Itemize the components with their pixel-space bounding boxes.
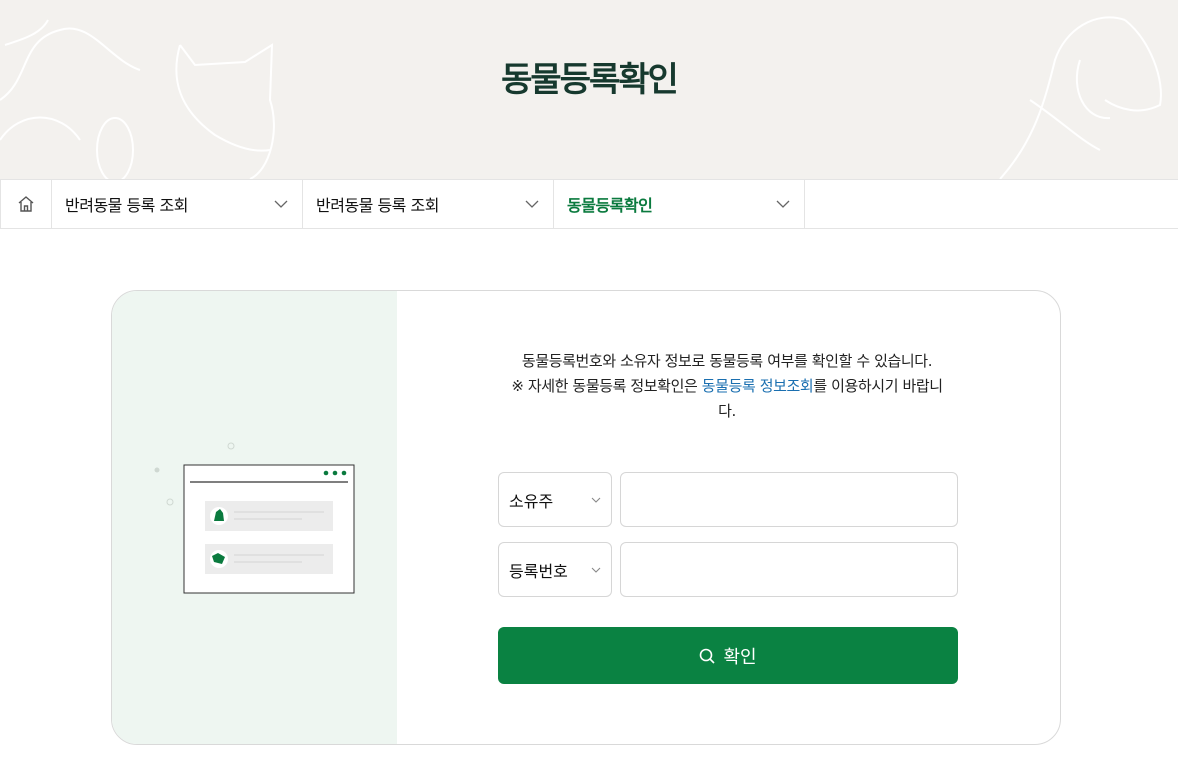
breadcrumb-item-current[interactable]: 동물등록확인 <box>554 180 805 228</box>
owner-input[interactable] <box>619 472 958 527</box>
browser-list-illustration <box>154 442 355 594</box>
breadcrumb-item-depth2[interactable]: 반려동물 등록 조회 <box>303 180 554 228</box>
registration-number-row: 등록번호 <box>498 542 958 597</box>
description-prefix: ※ 자세한 동물등록 정보확인은 <box>511 377 702 395</box>
confirm-button-label: 확인 <box>723 646 757 668</box>
search-icon <box>700 648 716 664</box>
page-header: 동물등록확인 <box>0 0 1178 179</box>
home-icon <box>18 196 34 212</box>
breadcrumb: 반려동물 등록 조회 반려동물 등록 조회 동물등록확인 <box>0 179 1178 229</box>
select-value: 소유주 <box>509 491 554 511</box>
registration-info-link[interactable]: 동물등록 정보조회 <box>702 377 814 395</box>
field-type-select-1[interactable]: 소유주 <box>498 472 612 527</box>
registration-number-input[interactable] <box>619 542 958 597</box>
form-description: 동물등록번호와 소유자 정보로 동물등록 여부를 확인할 수 있습니다. ※ 자… <box>507 349 947 424</box>
chevron-down-icon <box>591 567 601 573</box>
confirm-button[interactable]: 확인 <box>498 627 958 684</box>
select-value: 등록번호 <box>509 561 568 581</box>
registration-check-card: 동물등록번호와 소유자 정보로 동물등록 여부를 확인할 수 있습니다. ※ 자… <box>111 290 1061 745</box>
breadcrumb-item-label: 반려동물 등록 조회 <box>316 196 439 215</box>
chevron-down-icon <box>591 497 601 503</box>
home-button[interactable] <box>0 180 52 228</box>
breadcrumb-item-label: 동물등록확인 <box>567 196 653 215</box>
chevron-down-icon <box>525 200 539 208</box>
field-type-select-2[interactable]: 등록번호 <box>498 542 612 597</box>
breadcrumb-item-label: 반려동물 등록 조회 <box>65 196 188 215</box>
description-note: ※ 자세한 동물등록 정보확인은 동물등록 정보조회를 이용하시기 바랍니다. <box>507 374 947 424</box>
owner-field-row: 소유주 <box>498 472 958 527</box>
breadcrumb-item-depth1[interactable]: 반려동물 등록 조회 <box>52 180 303 228</box>
chevron-down-icon <box>776 200 790 208</box>
page-title: 동물등록확인 <box>501 60 679 100</box>
description-line: 동물등록번호와 소유자 정보로 동물등록 여부를 확인할 수 있습니다. <box>521 352 933 370</box>
illustration-panel <box>112 291 397 744</box>
chevron-down-icon <box>274 200 288 208</box>
